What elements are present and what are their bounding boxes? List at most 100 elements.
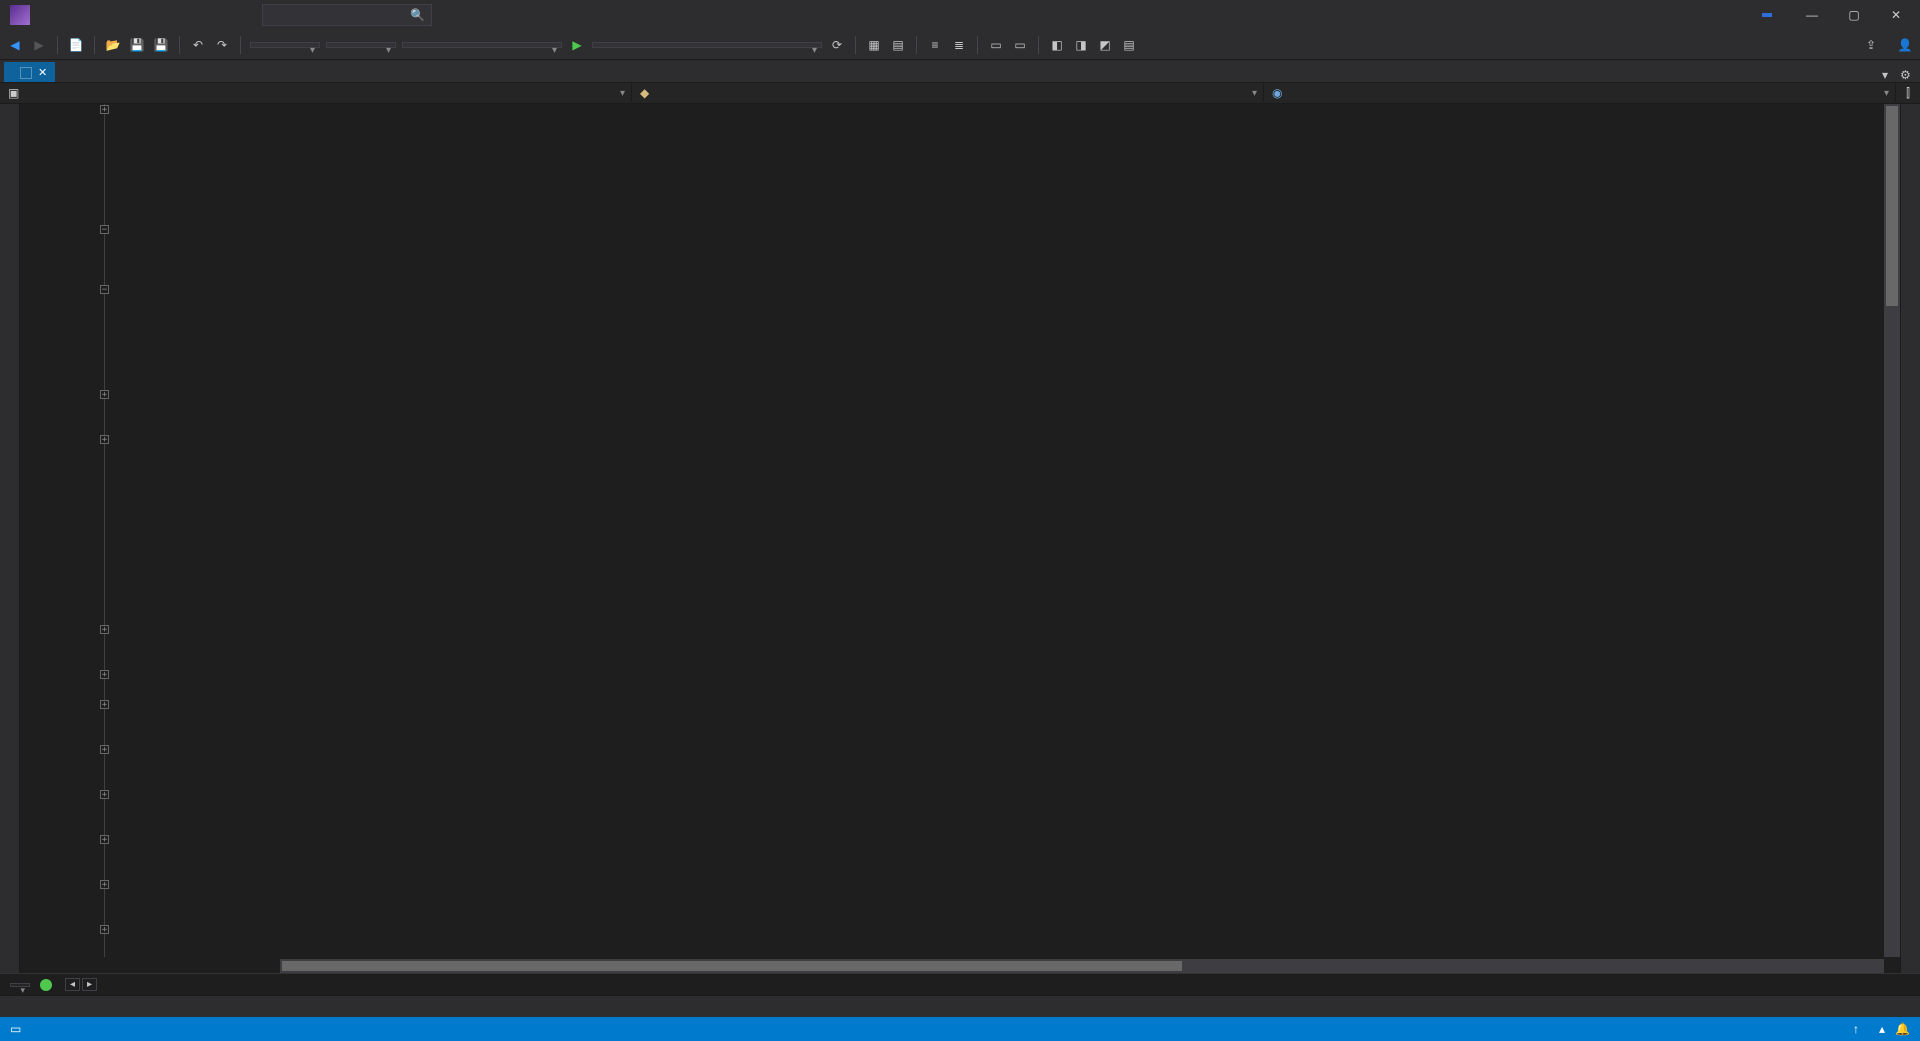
menu-view[interactable]: [72, 11, 88, 19]
tab-web-publish[interactable]: [46, 1005, 62, 1009]
close-tab-icon[interactable]: ✕: [38, 66, 47, 79]
code-content[interactable]: [112, 104, 1884, 957]
nav-scope-dropdown[interactable]: ◆: [632, 84, 1264, 102]
nav-project-dropdown[interactable]: ▣: [0, 84, 632, 102]
toolbar-icon-4[interactable]: ◩: [1096, 36, 1114, 54]
back-icon[interactable]: ◀: [6, 36, 24, 54]
search-input[interactable]: [262, 4, 432, 26]
redo-icon[interactable]: ↷: [213, 36, 231, 54]
uncomment-icon[interactable]: ▭: [1011, 36, 1029, 54]
liveshare-icon[interactable]: ⇪: [1866, 38, 1876, 52]
menu-file[interactable]: [36, 11, 52, 19]
properties-tab[interactable]: [1901, 116, 1920, 128]
close-button[interactable]: ✕: [1876, 0, 1916, 30]
code-editor[interactable]: + − − + + + + + + + + + +: [20, 104, 1900, 973]
maximize-button[interactable]: ▢: [1834, 0, 1874, 30]
save-all-icon[interactable]: 💾: [152, 36, 170, 54]
indent-left-icon[interactable]: ≡: [926, 36, 944, 54]
indent-right-icon[interactable]: ≣: [950, 36, 968, 54]
vs-logo-icon: [10, 5, 30, 25]
menu-edit[interactable]: [54, 11, 70, 19]
editor-area: + − − + + + + + + + + + +: [0, 104, 1920, 973]
tab-settings-icon[interactable]: ⚙: [1900, 68, 1914, 82]
file-tab-active[interactable]: ✕: [4, 62, 55, 82]
menu-test[interactable]: [144, 11, 160, 19]
forward-icon[interactable]: ▶: [30, 36, 48, 54]
zoom-dropdown[interactable]: [10, 983, 30, 987]
config-dropdown[interactable]: [250, 42, 320, 48]
fold-box[interactable]: −: [100, 285, 109, 294]
fold-box[interactable]: +: [100, 880, 109, 889]
source-control-icon[interactable]: ↑: [1853, 1022, 1859, 1036]
undo-icon[interactable]: ↶: [189, 36, 207, 54]
fold-box[interactable]: +: [100, 625, 109, 634]
refresh-icon[interactable]: ⟳: [828, 36, 846, 54]
fold-box[interactable]: +: [100, 745, 109, 754]
menu-build[interactable]: [108, 11, 124, 19]
chevron-up-icon[interactable]: ▴: [1879, 1022, 1885, 1036]
split-view-icon[interactable]: ⫿: [1906, 86, 1910, 101]
toolbar-icon-1[interactable]: ▦: [865, 36, 883, 54]
notifications-tab[interactable]: [1901, 140, 1920, 152]
vertical-scrollbar[interactable]: [1884, 104, 1900, 957]
toolbar-icon-5[interactable]: ▤: [1120, 36, 1138, 54]
fold-box[interactable]: +: [100, 790, 109, 799]
fold-box[interactable]: +: [100, 435, 109, 444]
fold-box[interactable]: +: [100, 105, 109, 114]
pin-icon[interactable]: [20, 67, 32, 79]
fold-box[interactable]: +: [100, 835, 109, 844]
new-item-icon[interactable]: 📄: [67, 36, 85, 54]
menubar: [36, 11, 250, 19]
main-toolbar: ◀ ▶ 📄 📂 💾 💾 ↶ ↷ ▶ ⟳ ▦ ▤ ≡ ≣ ▭ ▭ ◧ ◨ ◩ ▤ …: [0, 30, 1920, 60]
menu-extensions[interactable]: [198, 11, 214, 19]
fold-box[interactable]: +: [100, 925, 109, 934]
issues-ok-icon: [40, 979, 52, 991]
outline-column[interactable]: + − − + + + + + + + + + +: [98, 104, 112, 957]
status-icon: ▭: [10, 1022, 24, 1036]
search-icon[interactable]: 🔍: [410, 8, 425, 22]
document-tabs: ✕ ▾ ⚙: [0, 60, 1920, 82]
save-icon[interactable]: 💾: [128, 36, 146, 54]
platform-dropdown[interactable]: [326, 42, 396, 48]
field-icon: ◉: [1272, 86, 1286, 100]
fold-box[interactable]: +: [100, 670, 109, 679]
output-window-tabs: [0, 995, 1920, 1017]
titlebar: 🔍 — ▢ ✕: [0, 0, 1920, 30]
fold-box[interactable]: −: [100, 225, 109, 234]
menu-tools[interactable]: [180, 11, 196, 19]
team-explorer-tab[interactable]: [1901, 128, 1920, 140]
issue-nav[interactable]: ◂▸: [65, 978, 97, 991]
tab-output[interactable]: [26, 1005, 42, 1009]
bookmark-icon[interactable]: ◧: [1048, 36, 1066, 54]
horizontal-scrollbar[interactable]: [280, 959, 1884, 973]
toolbar-icon-3[interactable]: ◨: [1072, 36, 1090, 54]
class-icon: ◆: [640, 86, 654, 100]
minimize-button[interactable]: —: [1792, 0, 1832, 30]
comment-icon[interactable]: ▭: [987, 36, 1005, 54]
feedback-icon[interactable]: 👤: [1896, 36, 1914, 54]
tab-error-list[interactable]: [6, 1005, 22, 1009]
project-icon: ▣: [8, 86, 22, 100]
start-debug-icon[interactable]: ▶: [568, 36, 586, 54]
startup-project-dropdown[interactable]: [402, 42, 562, 48]
toolbox-panel-tab[interactable]: [0, 104, 20, 973]
user-badge[interactable]: [1762, 13, 1772, 17]
menu-window[interactable]: [216, 11, 232, 19]
menu-help[interactable]: [234, 11, 250, 19]
window-controls: — ▢ ✕: [1762, 0, 1916, 30]
toolbar-icon-2[interactable]: ▤: [889, 36, 907, 54]
tab-dropdown-icon[interactable]: ▾: [1882, 68, 1896, 82]
solution-explorer-tab[interactable]: [1901, 104, 1920, 116]
menu-project[interactable]: [90, 11, 106, 19]
statusbar: ▭ ↑ ▴ 🔔: [0, 1017, 1920, 1041]
nav-bar: ▣ ◆ ◉ ⫿: [0, 82, 1920, 104]
fold-box[interactable]: +: [100, 390, 109, 399]
open-icon[interactable]: 📂: [104, 36, 122, 54]
menu-analyze[interactable]: [162, 11, 178, 19]
fold-box[interactable]: +: [100, 700, 109, 709]
menu-debug[interactable]: [126, 11, 142, 19]
nav-member-dropdown[interactable]: ◉: [1264, 84, 1896, 102]
right-tool-tabs: [1900, 104, 1920, 973]
notifications-icon[interactable]: 🔔: [1895, 1022, 1910, 1036]
run-target-dropdown[interactable]: [592, 42, 822, 48]
